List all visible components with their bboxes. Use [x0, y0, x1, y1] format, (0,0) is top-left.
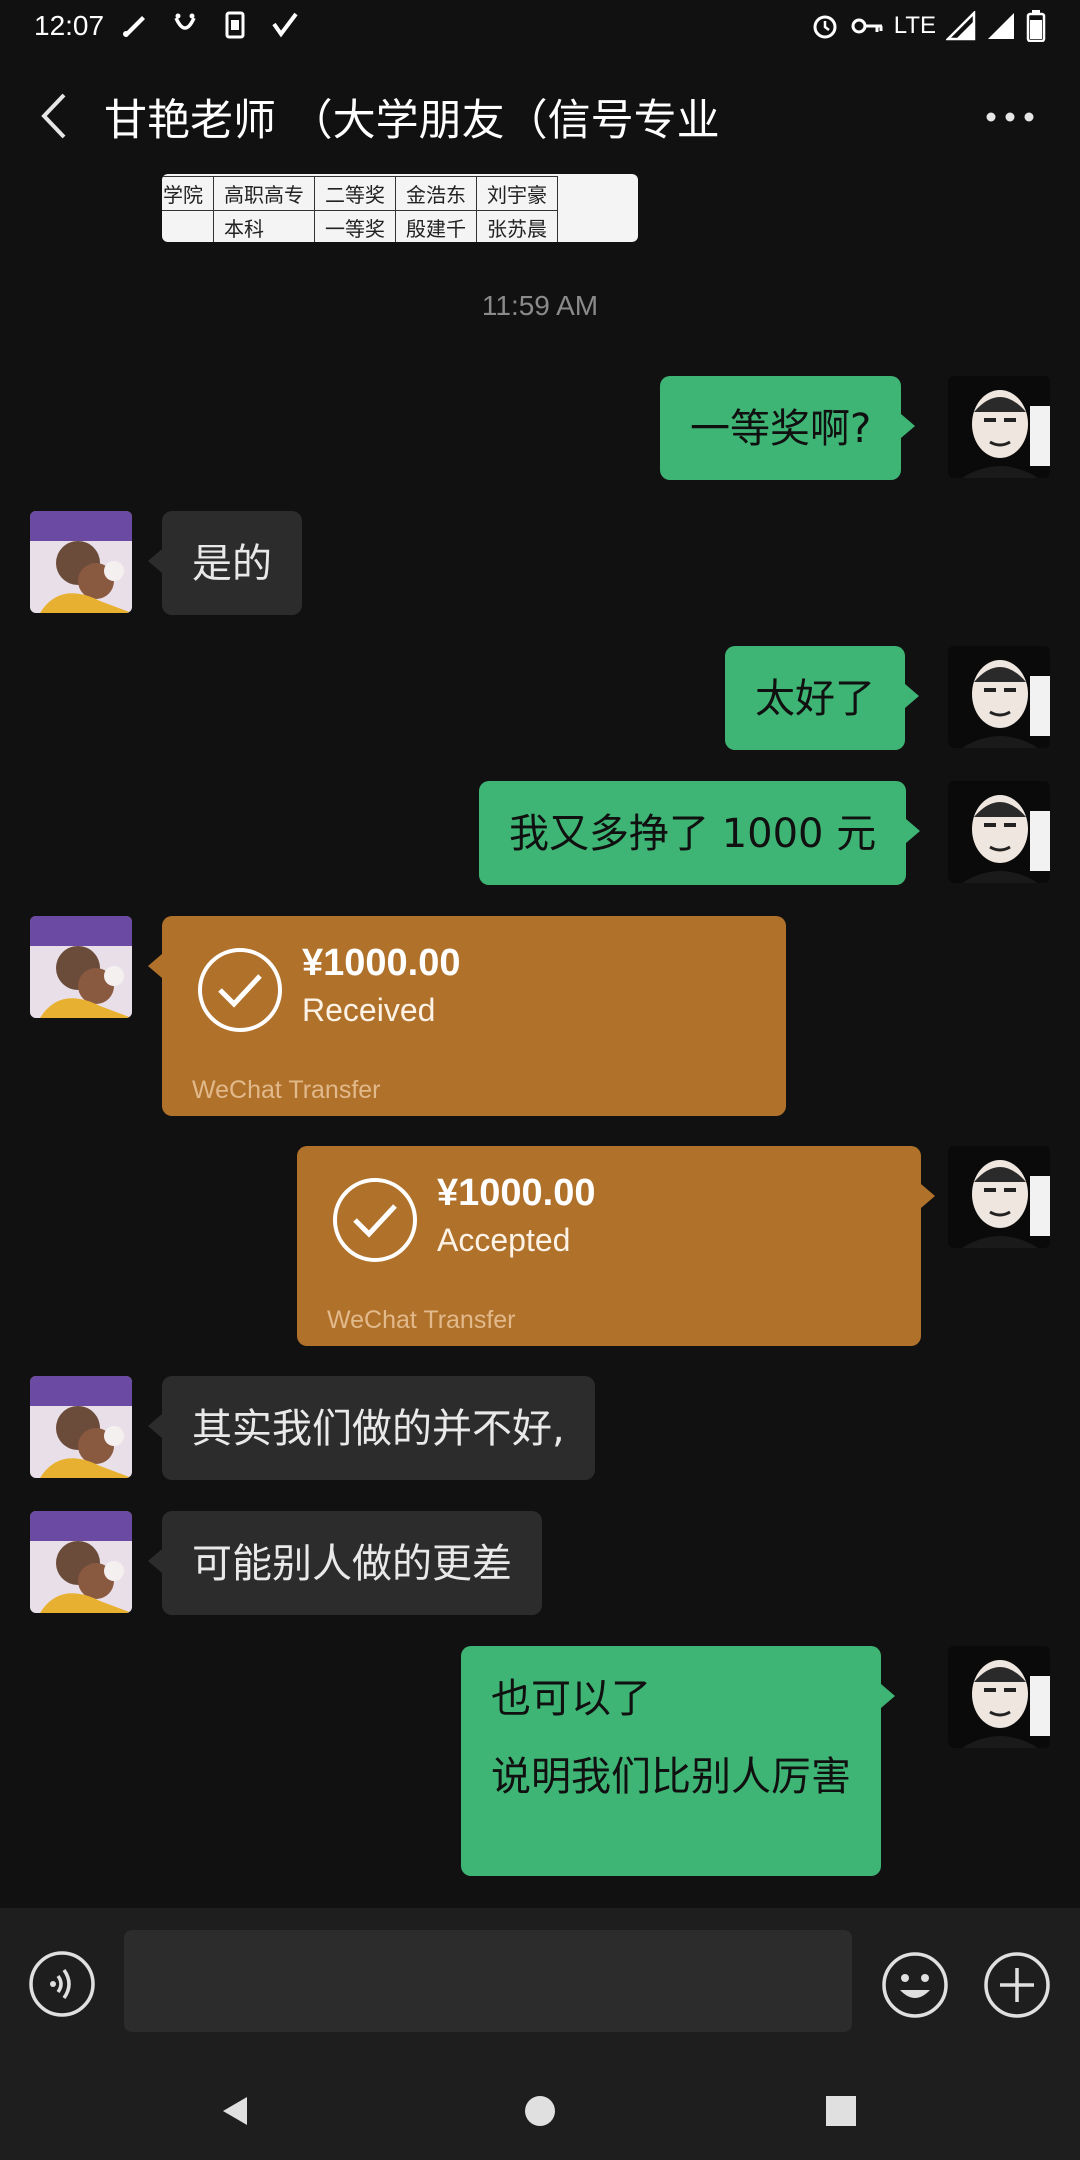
message-text: 是的	[192, 541, 272, 587]
transfer-status: Accepted	[437, 1222, 571, 1258]
avatar-other-image	[30, 1376, 132, 1478]
edit-icon	[120, 10, 150, 40]
network-type: LTE	[893, 12, 936, 39]
avatar-self[interactable]	[948, 781, 1050, 883]
message-input[interactable]	[124, 1930, 852, 2032]
notification-icons	[120, 10, 300, 40]
transfer-amount: ¥1000.00	[302, 942, 461, 984]
chevron-left-icon	[41, 93, 66, 139]
nav-back-button[interactable]	[210, 2086, 260, 2136]
more-options-button[interactable]	[980, 92, 1040, 142]
image-cell: 一等奖	[314, 210, 396, 242]
image-cell: 学院	[162, 176, 214, 211]
image-message[interactable]: 学院 高职高专 二等奖 金浩东 刘宇豪 本科 一等奖 殷建千 张苏晨	[162, 174, 638, 242]
transfer-status: Received	[302, 992, 436, 1028]
alarm-icon	[813, 15, 837, 39]
wechat-chat-screen: 12:07 LTE 甘艳老师 （大学朋友（信号专业 学院 高职高专 二等奖 金浩…	[0, 0, 1080, 2160]
message-text: 一等奖啊?	[690, 406, 872, 452]
avatar-other-image	[30, 916, 132, 1018]
transfer-label: WeChat Transfer	[192, 1076, 381, 1104]
avatar-other[interactable]	[30, 1511, 132, 1613]
check-circle-icon	[198, 948, 282, 1032]
check-mark-icon	[270, 10, 300, 40]
avatar-other-image	[30, 511, 132, 613]
image-cell: 金浩东	[395, 176, 477, 211]
avatar-self-image	[948, 781, 1050, 883]
avatar-self[interactable]	[948, 1646, 1050, 1748]
message-bubble-other[interactable]: 其实我们做的并不好,	[148, 1376, 595, 1480]
image-cell: 高职高专	[213, 176, 315, 211]
message-text: 可能别人做的更差	[192, 1541, 512, 1587]
more-dots-icon	[986, 112, 1034, 122]
message-text: 其实我们做的并不好,	[192, 1406, 565, 1452]
avatar-self[interactable]	[948, 646, 1050, 748]
signal-icon-2	[988, 13, 1014, 39]
avatar-self-image	[948, 1146, 1050, 1248]
smile-icon	[170, 10, 200, 40]
input-bar	[0, 1908, 1080, 2060]
image-table: 学院 高职高专 二等奖 金浩东 刘宇豪 本科 一等奖 殷建千 张苏晨	[162, 176, 558, 242]
avatar-other[interactable]	[30, 1376, 132, 1478]
message-text: 我又多挣了 1000 元	[509, 811, 877, 857]
more-functions-button[interactable]	[982, 1950, 1052, 2020]
avatar-self[interactable]	[948, 376, 1050, 478]
message-bubble-self[interactable]: 太好了	[725, 646, 919, 750]
battery-icon	[1026, 10, 1046, 42]
circle-home-icon	[525, 2096, 555, 2126]
avatar-other[interactable]	[30, 916, 132, 1018]
image-cell: 殷建千	[395, 210, 477, 242]
message-bubble-self[interactable]: 一等奖啊?	[660, 376, 916, 480]
nav-home-button[interactable]	[515, 2086, 565, 2136]
message-bubble-self[interactable]: 也可以了 说明我们比别人厉害	[461, 1646, 895, 1876]
message-line-spacer	[491, 1724, 851, 1752]
voice-input-button[interactable]	[28, 1950, 96, 2018]
message-text-line: 也可以了	[491, 1676, 651, 1722]
message-bubble-self[interactable]: 我又多挣了 1000 元	[479, 781, 921, 885]
transfer-card-accepted[interactable]: ¥1000.00 Accepted WeChat Transfer	[297, 1146, 935, 1346]
back-button[interactable]	[28, 86, 78, 146]
image-cell: 刘宇豪	[476, 176, 558, 211]
chat-title: 甘艳老师 （大学朋友（信号专业	[104, 96, 720, 146]
vpn-key-icon	[851, 18, 883, 34]
status-bar: 12:07 LTE	[0, 0, 1080, 52]
message-text-line: 说明我们比别人厉害	[491, 1754, 851, 1800]
transfer-card-received[interactable]: ¥1000.00 Received WeChat Transfer	[148, 916, 786, 1116]
sim-card-icon	[220, 10, 250, 40]
avatar-other-image	[30, 1511, 132, 1613]
message-bubble-other[interactable]: 可能别人做的更差	[148, 1511, 542, 1615]
system-nav-bar	[0, 2060, 1080, 2160]
chat-header: 甘艳老师 （大学朋友（信号专业	[0, 60, 1080, 170]
avatar-self-image	[948, 1646, 1050, 1748]
status-time: 12:07	[34, 10, 105, 41]
message-text: 太好了	[755, 676, 875, 722]
avatar-other[interactable]	[30, 511, 132, 613]
emoji-button[interactable]	[880, 1950, 950, 2020]
message-timestamp: 11:59 AM	[481, 290, 599, 321]
voice-icon	[29, 1951, 95, 2017]
check-circle-icon	[333, 1178, 417, 1262]
signal-icon	[946, 11, 976, 41]
avatar-self-image	[948, 376, 1050, 478]
message-bubble-other[interactable]: 是的	[148, 511, 302, 615]
transfer-label: WeChat Transfer	[327, 1306, 516, 1334]
image-cell: 本科	[213, 210, 315, 242]
image-cell: 二等奖	[314, 176, 396, 211]
avatar-self-image	[948, 646, 1050, 748]
plus-circle-icon	[984, 1952, 1050, 2018]
triangle-back-icon	[223, 2097, 247, 2125]
transfer-amount: ¥1000.00	[437, 1172, 596, 1214]
square-recents-icon	[826, 2096, 856, 2126]
emoji-icon	[882, 1952, 948, 2018]
image-cell: 张苏晨	[476, 210, 558, 242]
system-icons: LTE	[810, 10, 1046, 42]
nav-recents-button[interactable]	[816, 2086, 866, 2136]
avatar-self[interactable]	[948, 1146, 1050, 1248]
image-cell	[162, 210, 214, 242]
